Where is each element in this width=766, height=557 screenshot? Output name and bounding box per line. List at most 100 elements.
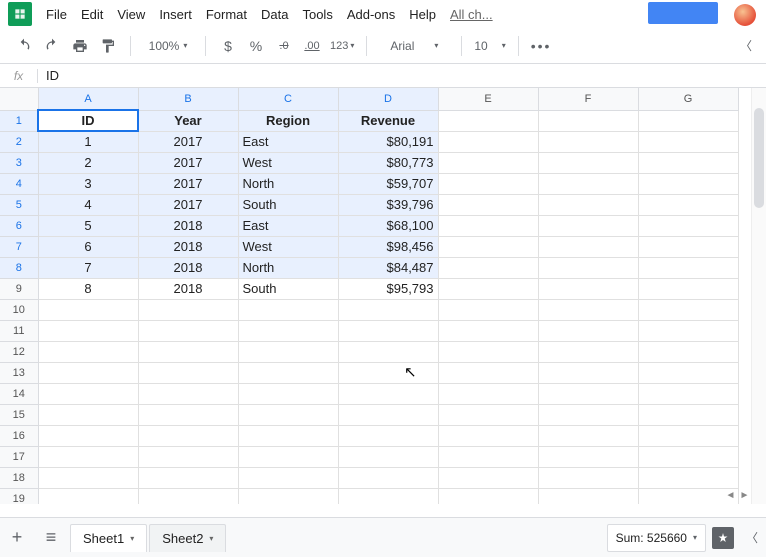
cell-C17[interactable] <box>238 446 338 467</box>
cell-D10[interactable] <box>338 299 438 320</box>
font-size-dropdown[interactable]: 10▾ <box>474 34 505 58</box>
cell-A7[interactable]: 6 <box>38 236 138 257</box>
print-button[interactable] <box>70 34 90 58</box>
cell-E13[interactable] <box>438 362 538 383</box>
zoom-dropdown[interactable]: 100%▾ <box>143 34 193 58</box>
cell-D3[interactable]: $80,773 <box>338 152 438 173</box>
number-format-dropdown[interactable]: 123▾ <box>330 34 354 58</box>
cell-C12[interactable] <box>238 341 338 362</box>
column-header-G[interactable]: G <box>638 88 738 110</box>
cell-E17[interactable] <box>438 446 538 467</box>
chevron-down-icon[interactable]: ▾ <box>209 534 213 543</box>
cell-A1[interactable]: ID <box>38 110 138 131</box>
cell-F14[interactable] <box>538 383 638 404</box>
cell-G15[interactable] <box>638 404 738 425</box>
column-header-E[interactable]: E <box>438 88 538 110</box>
cell-C15[interactable] <box>238 404 338 425</box>
cell-G7[interactable] <box>638 236 738 257</box>
cell-E11[interactable] <box>438 320 538 341</box>
sheet-tab-1[interactable]: Sheet1▾ <box>70 524 147 552</box>
column-header-C[interactable]: C <box>238 88 338 110</box>
cell-D13[interactable] <box>338 362 438 383</box>
cell-F18[interactable] <box>538 467 638 488</box>
cell-B8[interactable]: 2018 <box>138 257 238 278</box>
cell-C2[interactable]: East <box>238 131 338 152</box>
cell-G12[interactable] <box>638 341 738 362</box>
row-header-15[interactable]: 15 <box>0 404 38 425</box>
cell-E8[interactable] <box>438 257 538 278</box>
cell-D9[interactable]: $95,793 <box>338 278 438 299</box>
row-header-12[interactable]: 12 <box>0 341 38 362</box>
side-panel-toggle[interactable]: 〈 <box>746 529 758 546</box>
cell-E6[interactable] <box>438 215 538 236</box>
cell-A14[interactable] <box>38 383 138 404</box>
scroll-left-button[interactable]: ◄ <box>724 489 737 502</box>
cell-E5[interactable] <box>438 194 538 215</box>
cell-B11[interactable] <box>138 320 238 341</box>
cell-B2[interactable]: 2017 <box>138 131 238 152</box>
cell-E12[interactable] <box>438 341 538 362</box>
cell-B15[interactable] <box>138 404 238 425</box>
cell-A18[interactable] <box>38 467 138 488</box>
share-button[interactable] <box>648 2 718 24</box>
cell-D2[interactable]: $80,191 <box>338 131 438 152</box>
cell-A6[interactable]: 5 <box>38 215 138 236</box>
cell-G6[interactable] <box>638 215 738 236</box>
cell-E15[interactable] <box>438 404 538 425</box>
redo-button[interactable] <box>42 34 62 58</box>
cell-G14[interactable] <box>638 383 738 404</box>
cell-A9[interactable]: 8 <box>38 278 138 299</box>
cell-C6[interactable]: East <box>238 215 338 236</box>
column-header-B[interactable]: B <box>138 88 238 110</box>
menu-format[interactable]: Format <box>206 7 247 22</box>
row-header-10[interactable]: 10 <box>0 299 38 320</box>
row-header-2[interactable]: 2 <box>0 131 38 152</box>
cell-E16[interactable] <box>438 425 538 446</box>
row-header-8[interactable]: 8 <box>0 257 38 278</box>
menu-help[interactable]: Help <box>409 7 436 22</box>
cell-G13[interactable] <box>638 362 738 383</box>
column-header-A[interactable]: A <box>38 88 138 110</box>
all-sheets-button[interactable]: ≡ <box>34 521 68 555</box>
cell-F3[interactable] <box>538 152 638 173</box>
cell-A3[interactable]: 2 <box>38 152 138 173</box>
cell-D7[interactable]: $98,456 <box>338 236 438 257</box>
row-header-11[interactable]: 11 <box>0 320 38 341</box>
cell-E2[interactable] <box>438 131 538 152</box>
cell-C4[interactable]: North <box>238 173 338 194</box>
format-currency-button[interactable]: $ <box>218 34 238 58</box>
cell-A4[interactable]: 3 <box>38 173 138 194</box>
scrollbar-thumb[interactable] <box>754 108 764 208</box>
menu-addons[interactable]: Add-ons <box>347 7 395 22</box>
cell-F6[interactable] <box>538 215 638 236</box>
cell-B7[interactable]: 2018 <box>138 236 238 257</box>
cell-D18[interactable] <box>338 467 438 488</box>
cell-D8[interactable]: $84,487 <box>338 257 438 278</box>
cell-B6[interactable]: 2018 <box>138 215 238 236</box>
menu-edit[interactable]: Edit <box>81 7 103 22</box>
cell-A13[interactable] <box>38 362 138 383</box>
cell-G10[interactable] <box>638 299 738 320</box>
cell-B14[interactable] <box>138 383 238 404</box>
cell-E4[interactable] <box>438 173 538 194</box>
row-header-6[interactable]: 6 <box>0 215 38 236</box>
cell-F10[interactable] <box>538 299 638 320</box>
cell-G11[interactable] <box>638 320 738 341</box>
cell-E10[interactable] <box>438 299 538 320</box>
cell-G4[interactable] <box>638 173 738 194</box>
cell-A17[interactable] <box>38 446 138 467</box>
select-all-corner[interactable] <box>0 88 38 110</box>
cell-F4[interactable] <box>538 173 638 194</box>
cell-A10[interactable] <box>38 299 138 320</box>
cell-C13[interactable] <box>238 362 338 383</box>
quicksum-dropdown[interactable]: Sum: 525660▾ <box>607 524 706 552</box>
menu-file[interactable]: File <box>46 7 67 22</box>
row-header-3[interactable]: 3 <box>0 152 38 173</box>
formula-input[interactable]: ID <box>38 68 59 83</box>
cell-F2[interactable] <box>538 131 638 152</box>
cell-C9[interactable]: South <box>238 278 338 299</box>
scroll-right-button[interactable]: ► <box>738 489 751 502</box>
cell-G1[interactable] <box>638 110 738 131</box>
column-header-F[interactable]: F <box>538 88 638 110</box>
cell-B12[interactable] <box>138 341 238 362</box>
